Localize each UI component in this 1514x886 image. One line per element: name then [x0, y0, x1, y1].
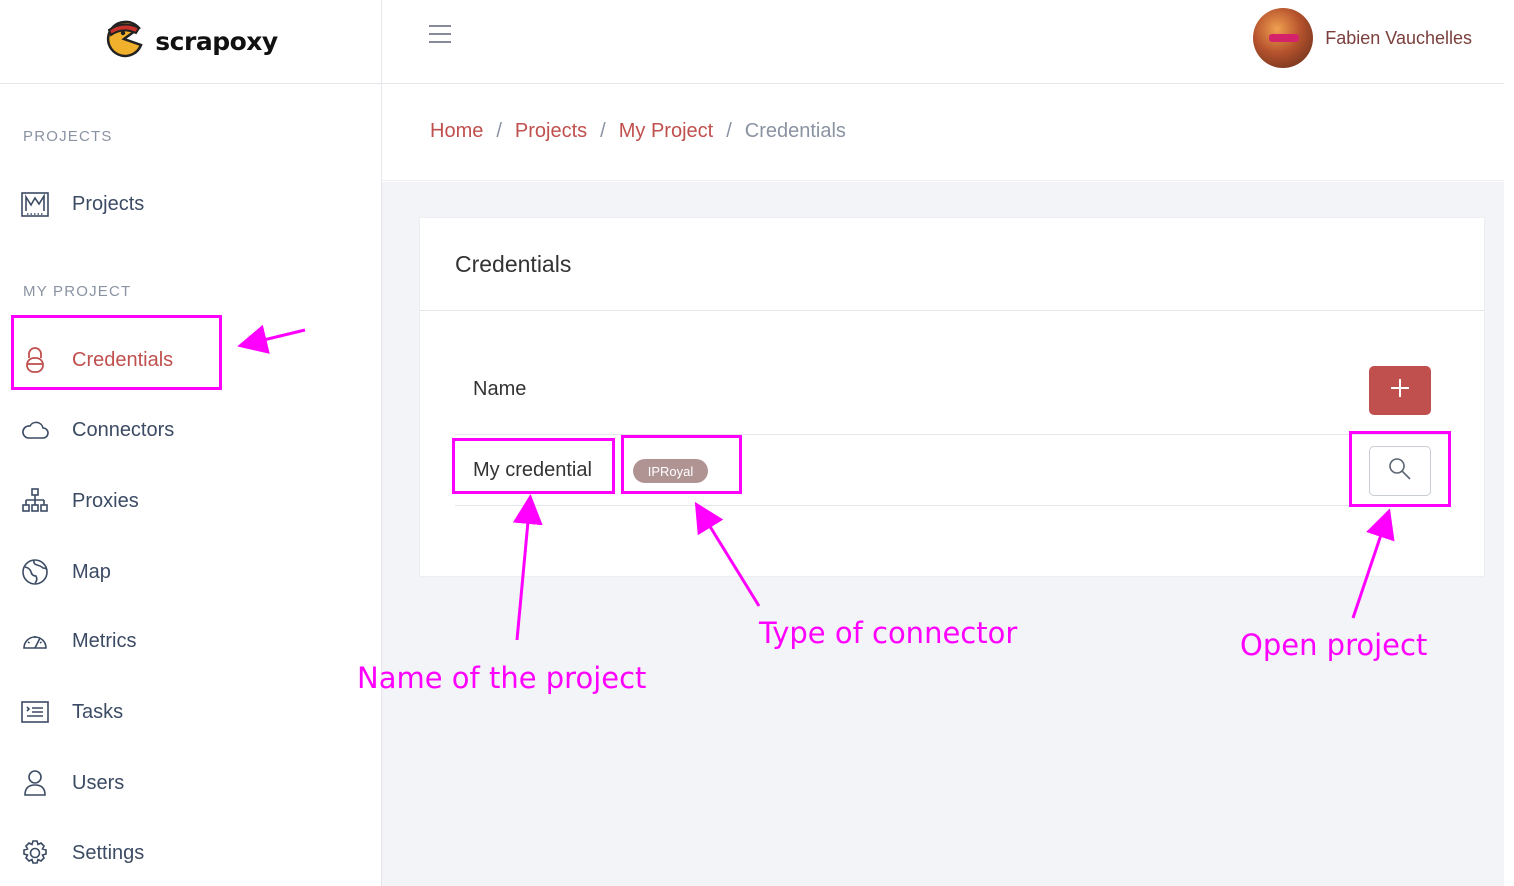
sidebar-item-label: Proxies	[72, 489, 139, 512]
sidebar-item-label: Connectors	[72, 418, 175, 441]
speedometer-icon	[20, 626, 50, 656]
breadcrumb-my-project[interactable]: My Project	[619, 120, 713, 143]
user-name: Fabien Vauchelles	[1325, 27, 1472, 48]
annotation-name-of-project: Name of the project	[357, 661, 647, 695]
annotation-box-open	[1349, 431, 1451, 507]
brand[interactable]: scrapoxy	[0, 0, 381, 84]
breadcrumb-separator: /	[496, 120, 502, 142]
annotation-box-type	[621, 435, 742, 494]
annotation-box-name	[452, 438, 615, 494]
credentials-card: Credentials Name My credential IPRoyal	[419, 217, 1485, 577]
sidebar-item-label: Projects	[72, 192, 145, 215]
sidebar-item-settings[interactable]: Settings	[20, 833, 144, 873]
column-header-name: Name	[473, 378, 527, 400]
row-divider	[455, 434, 1450, 435]
sidebar-item-label: Map	[72, 560, 111, 583]
sidebar: scrapoxy PROJECTS Projects MY PROJECT Cr…	[0, 0, 382, 886]
hierarchy-icon	[20, 486, 50, 516]
annotation-box-credentials	[11, 315, 222, 390]
brand-name: scrapoxy	[155, 27, 278, 56]
avatar	[1253, 8, 1314, 68]
sidebar-item-label: Metrics	[72, 629, 137, 652]
sidebar-item-label: Tasks	[72, 700, 124, 723]
list-icon	[20, 697, 50, 727]
user-icon	[20, 768, 50, 798]
sidebar-item-proxies[interactable]: Proxies	[20, 481, 139, 521]
nav-section-projects: PROJECTS	[23, 128, 113, 145]
breadcrumb-separator: /	[600, 120, 606, 142]
sidebar-item-metrics[interactable]: Metrics	[20, 621, 136, 661]
plus-icon	[1389, 377, 1411, 404]
card-title: Credentials	[420, 218, 1484, 311]
sidebar-item-tasks[interactable]: Tasks	[20, 692, 123, 732]
row-divider	[455, 505, 1450, 506]
globe-icon	[20, 557, 50, 587]
breadcrumb: Home / Projects / My Project / Credentia…	[430, 120, 846, 143]
sidebar-item-map[interactable]: Map	[20, 552, 111, 592]
user-menu[interactable]: Fabien Vauchelles	[1253, 8, 1472, 68]
annotation-open-project: Open project	[1240, 628, 1428, 662]
breadcrumb-separator: /	[726, 120, 732, 142]
sidebar-item-users[interactable]: Users	[20, 763, 124, 803]
hamburger-icon[interactable]	[428, 22, 452, 46]
sidebar-item-label: Settings	[72, 841, 145, 864]
sidebar-item-connectors[interactable]: Connectors	[20, 410, 174, 450]
breadcrumb-projects[interactable]: Projects	[515, 120, 587, 143]
sidebar-item-projects[interactable]: Projects	[20, 184, 144, 224]
breadcrumb-current: Credentials	[744, 120, 846, 142]
gear-icon	[20, 838, 50, 868]
add-credential-button[interactable]	[1369, 366, 1431, 415]
annotation-type-of-connector: Type of connector	[759, 616, 1018, 650]
nav-section-my-project: MY PROJECT	[23, 283, 132, 300]
sidebar-item-label: Users	[72, 771, 125, 794]
chart-icon	[20, 189, 50, 219]
cloud-icon	[20, 415, 50, 445]
scrapoxy-logo-icon	[103, 18, 145, 65]
top-header: Fabien Vauchelles	[382, 0, 1504, 84]
breadcrumb-home[interactable]: Home	[430, 120, 483, 143]
breadcrumb-bar: Home / Projects / My Project / Credentia…	[382, 85, 1504, 181]
